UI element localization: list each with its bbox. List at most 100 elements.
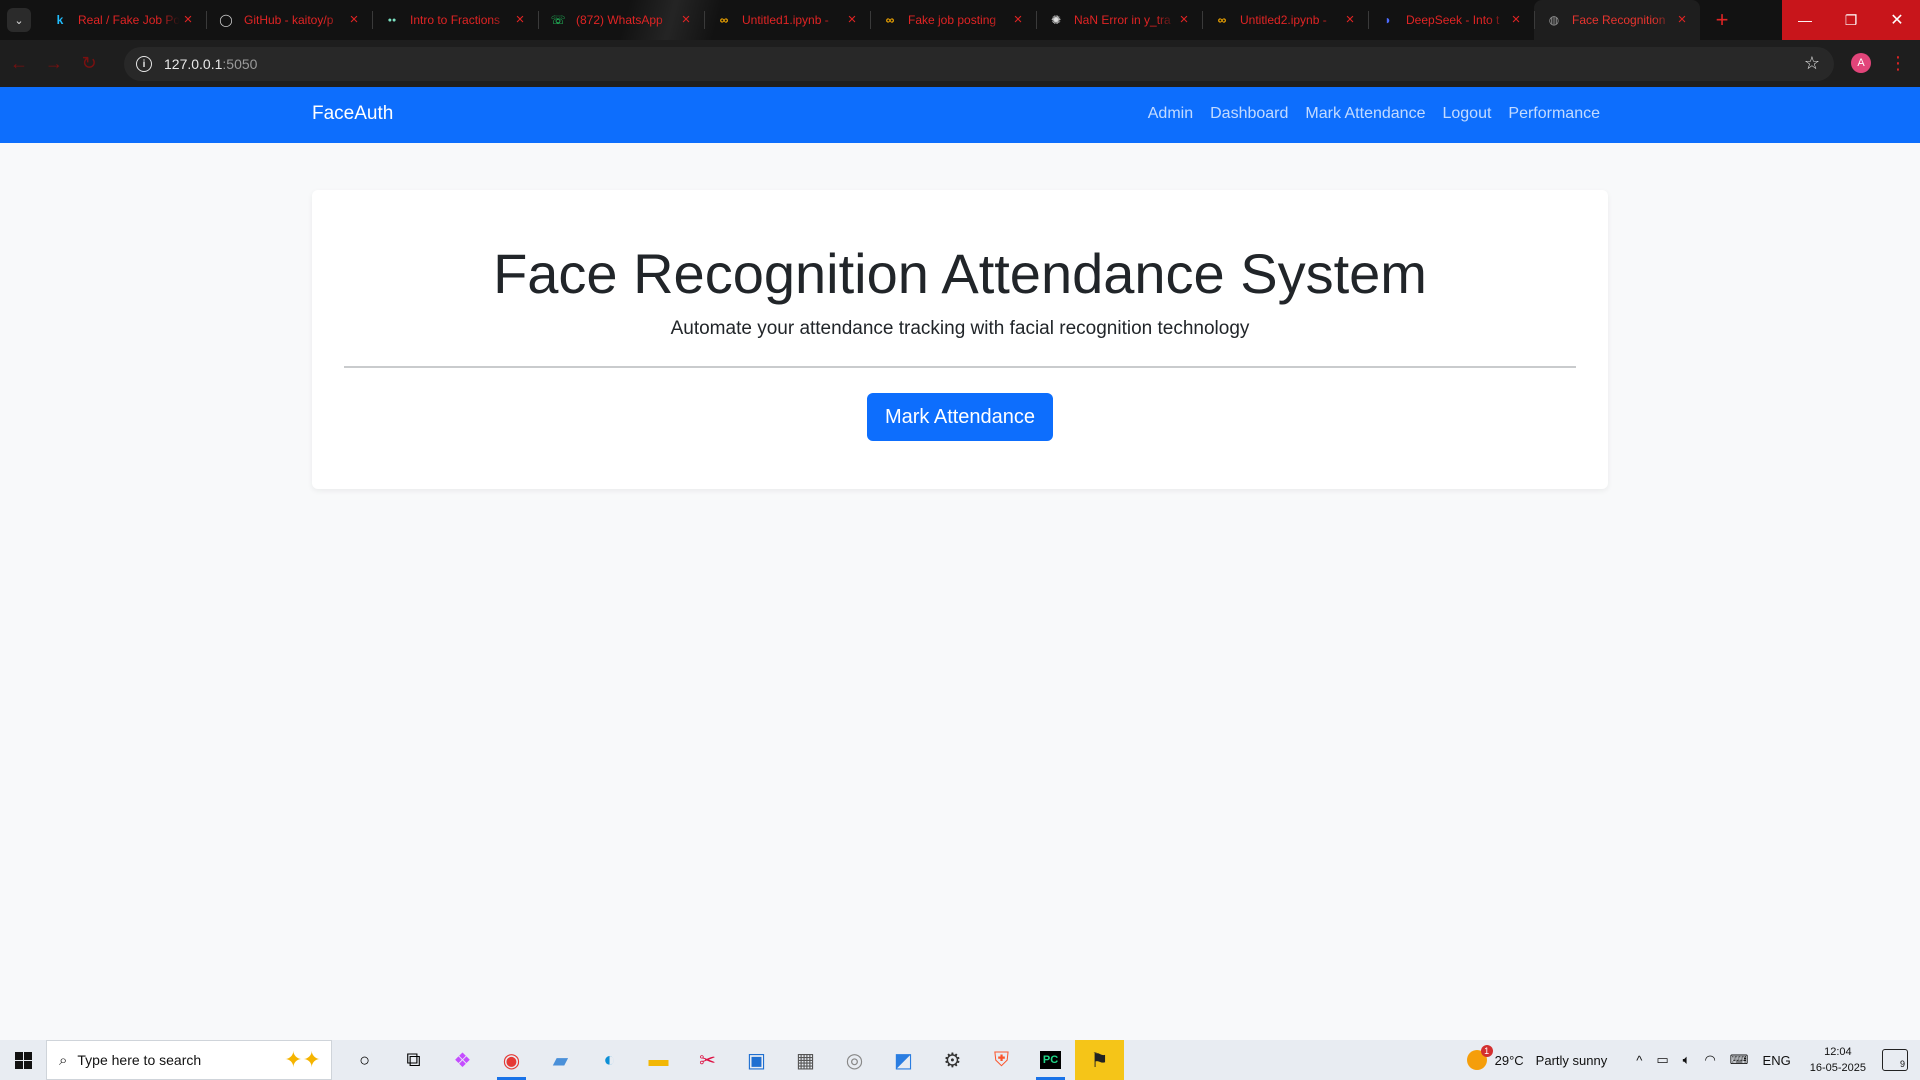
close-icon[interactable]: × bbox=[1342, 12, 1358, 28]
nav-link-mark-attendance[interactable]: Mark Attendance bbox=[1305, 105, 1425, 123]
chrome-icon: ◉ bbox=[502, 1049, 521, 1072]
back-button[interactable]: ← bbox=[3, 48, 35, 80]
language-indicator[interactable]: ENG bbox=[1763, 1053, 1791, 1068]
close-icon[interactable]: × bbox=[1010, 12, 1026, 28]
profile-avatar[interactable]: A bbox=[1851, 53, 1871, 73]
close-icon[interactable]: × bbox=[678, 12, 694, 28]
colab-icon: ∞ bbox=[885, 13, 895, 27]
weather-temp: 29°C bbox=[1494, 1052, 1524, 1068]
new-tab-button[interactable]: + bbox=[1708, 6, 1736, 34]
folder-icon: ▬ bbox=[648, 1048, 669, 1071]
calculator-button[interactable]: ▦ bbox=[781, 1040, 830, 1080]
browser-tab-strip: ⌄ k Real / Fake Job Po × ◯ GitHub - kaitoy/… bbox=[0, 0, 1920, 40]
browser-tab[interactable]: ◗ DeepSeek - Into t × bbox=[1368, 0, 1534, 40]
search-placeholder: Type here to search bbox=[77, 1052, 202, 1068]
browser-tab[interactable]: ●● Intro to Fractions × bbox=[372, 0, 538, 40]
battery-icon[interactable]: ▭ bbox=[1656, 1052, 1668, 1068]
close-icon[interactable]: × bbox=[1674, 12, 1690, 28]
clock-time: 12:04 bbox=[1824, 1046, 1852, 1058]
close-icon[interactable]: × bbox=[844, 12, 860, 28]
browser-tab[interactable]: k Real / Fake Job Po × bbox=[40, 0, 206, 40]
task-view-button[interactable]: ⧉ bbox=[389, 1040, 438, 1080]
pinned-app-button[interactable]: ⚑ bbox=[1075, 1040, 1124, 1080]
brave-button[interactable]: ⛨ bbox=[977, 1040, 1026, 1080]
page-subtitle: Automate your attendance tracking with f… bbox=[670, 318, 1250, 339]
photos-icon: ◩ bbox=[894, 1049, 913, 1072]
gear-icon: ⚙ bbox=[943, 1049, 962, 1072]
pycharm-button[interactable]: PC bbox=[1026, 1040, 1075, 1080]
nav-link-admin[interactable]: Admin bbox=[1148, 105, 1193, 123]
nav-link-performance[interactable]: Performance bbox=[1508, 105, 1600, 123]
divider bbox=[344, 366, 1576, 368]
dots-icon: ●● bbox=[387, 16, 397, 24]
tab-title: DeepSeek - Into t bbox=[1406, 13, 1500, 27]
close-icon: ✕ bbox=[1890, 12, 1904, 29]
start-button[interactable] bbox=[0, 1040, 46, 1080]
browser-tab-active[interactable]: ◍ Face Recognition × bbox=[1534, 0, 1700, 40]
arrow-right-icon: → bbox=[45, 53, 63, 73]
browser-tab[interactable]: ✺ NaN Error in y_tra × bbox=[1036, 0, 1202, 40]
close-icon[interactable]: × bbox=[1176, 12, 1192, 28]
chevron-up-icon[interactable]: ^ bbox=[1636, 1053, 1642, 1068]
tab-search-button[interactable]: ⌄ bbox=[7, 8, 31, 32]
browser-tab[interactable]: ☏ (872) WhatsApp × bbox=[538, 0, 704, 40]
tab-title: GitHub - kaitoy/p bbox=[244, 13, 334, 27]
hero-card: Face Recognition Attendance System Autom… bbox=[312, 190, 1608, 489]
keyboard-icon[interactable]: ⌨ bbox=[1730, 1052, 1749, 1068]
settings-button[interactable]: ⚙ bbox=[928, 1040, 977, 1080]
volume-icon[interactable]: 🔈︎ bbox=[1683, 1052, 1691, 1068]
weather-sun-icon: 1 bbox=[1466, 1045, 1493, 1070]
close-icon[interactable]: × bbox=[1508, 12, 1524, 28]
laptop-app-button[interactable]: ▰ bbox=[536, 1040, 585, 1080]
app-navbar: FaceAuth Admin Dashboard Mark Attendance… bbox=[0, 87, 1920, 143]
close-icon[interactable]: × bbox=[180, 12, 196, 28]
site-info-icon[interactable]: i bbox=[136, 56, 152, 72]
nav-link-logout[interactable]: Logout bbox=[1442, 105, 1491, 123]
browser-tab[interactable]: ◯ GitHub - kaitoy/p × bbox=[206, 0, 372, 40]
photos-button[interactable]: ◩ bbox=[879, 1040, 928, 1080]
taskbar-apps: ○ ⧉ ❖ ◉ ▰ ◐ ▬ ✂ ▣ ▦ ◎ ◩ ⚙ ⛨ PC ⚑ bbox=[340, 1040, 1124, 1080]
restore-button[interactable]: ❐ bbox=[1828, 0, 1874, 40]
browser-tab[interactable]: ∞ Fake job posting × bbox=[870, 0, 1036, 40]
store-icon: ▣ bbox=[747, 1049, 766, 1072]
tab-title: Untitled1.ipynb - bbox=[742, 13, 829, 27]
whatsapp-icon: ☏ bbox=[550, 13, 566, 27]
edge-button[interactable]: ◐ bbox=[585, 1040, 634, 1080]
task-view-icon: ⧉ bbox=[406, 1048, 421, 1071]
taskbar-search[interactable]: ⌕ Type here to search ✦✦ bbox=[46, 1040, 332, 1080]
system-tray: 1 29°C Partly sunny ^ ▭ 🔈︎ ◠ ⌨ ENG 12:04… bbox=[1466, 1040, 1920, 1080]
tab-title: Intro to Fractions bbox=[410, 13, 501, 27]
forward-button[interactable]: → bbox=[38, 48, 70, 80]
cortana-icon: ○ bbox=[359, 1049, 370, 1070]
nav-link-dashboard[interactable]: Dashboard bbox=[1210, 105, 1288, 123]
copilot-sparkle-icon: ✦✦ bbox=[284, 1047, 321, 1072]
store-button[interactable]: ▣ bbox=[732, 1040, 781, 1080]
bookmark-star-icon[interactable]: ☆ bbox=[1804, 53, 1820, 74]
snipping-tool-button[interactable]: ✂ bbox=[683, 1040, 732, 1080]
close-window-button[interactable]: ✕ bbox=[1874, 0, 1920, 40]
browser-menu-icon[interactable]: ⋮ bbox=[1889, 51, 1907, 75]
reload-button[interactable]: ↻ bbox=[73, 48, 105, 80]
copilot-button[interactable]: ❖ bbox=[438, 1040, 487, 1080]
tab-title: NaN Error in y_tra bbox=[1074, 13, 1171, 27]
address-bar[interactable]: i 127.0.0.1:5050 ☆ bbox=[124, 47, 1834, 81]
minimize-button[interactable]: — bbox=[1782, 0, 1828, 40]
colab-icon: ∞ bbox=[719, 13, 729, 27]
mark-attendance-button[interactable]: Mark Attendance bbox=[867, 393, 1053, 441]
browser-tab[interactable]: ∞ Untitled2.ipynb - × bbox=[1202, 0, 1368, 40]
disc-app-button[interactable]: ◎ bbox=[830, 1040, 879, 1080]
file-explorer-button[interactable]: ▬ bbox=[634, 1040, 683, 1080]
copilot-icon: ❖ bbox=[453, 1049, 472, 1072]
clock[interactable]: 12:04 16-05-2025 bbox=[1810, 1044, 1866, 1076]
close-icon[interactable]: × bbox=[512, 12, 528, 28]
cortana-button[interactable]: ○ bbox=[340, 1040, 389, 1080]
close-icon[interactable]: × bbox=[346, 12, 362, 28]
browser-tab[interactable]: ∞ Untitled1.ipynb - × bbox=[704, 0, 870, 40]
chrome-button[interactable]: ◉ bbox=[487, 1040, 536, 1080]
windows-icon bbox=[14, 1051, 32, 1069]
wifi-icon[interactable]: ◠ bbox=[1704, 1052, 1715, 1068]
chevron-down-icon: ⌄ bbox=[14, 14, 24, 27]
weather-widget[interactable]: 1 29°C Partly sunny bbox=[1466, 1045, 1607, 1070]
brand-logo[interactable]: FaceAuth bbox=[312, 103, 393, 125]
notification-icon[interactable]: 9 bbox=[1882, 1049, 1908, 1071]
